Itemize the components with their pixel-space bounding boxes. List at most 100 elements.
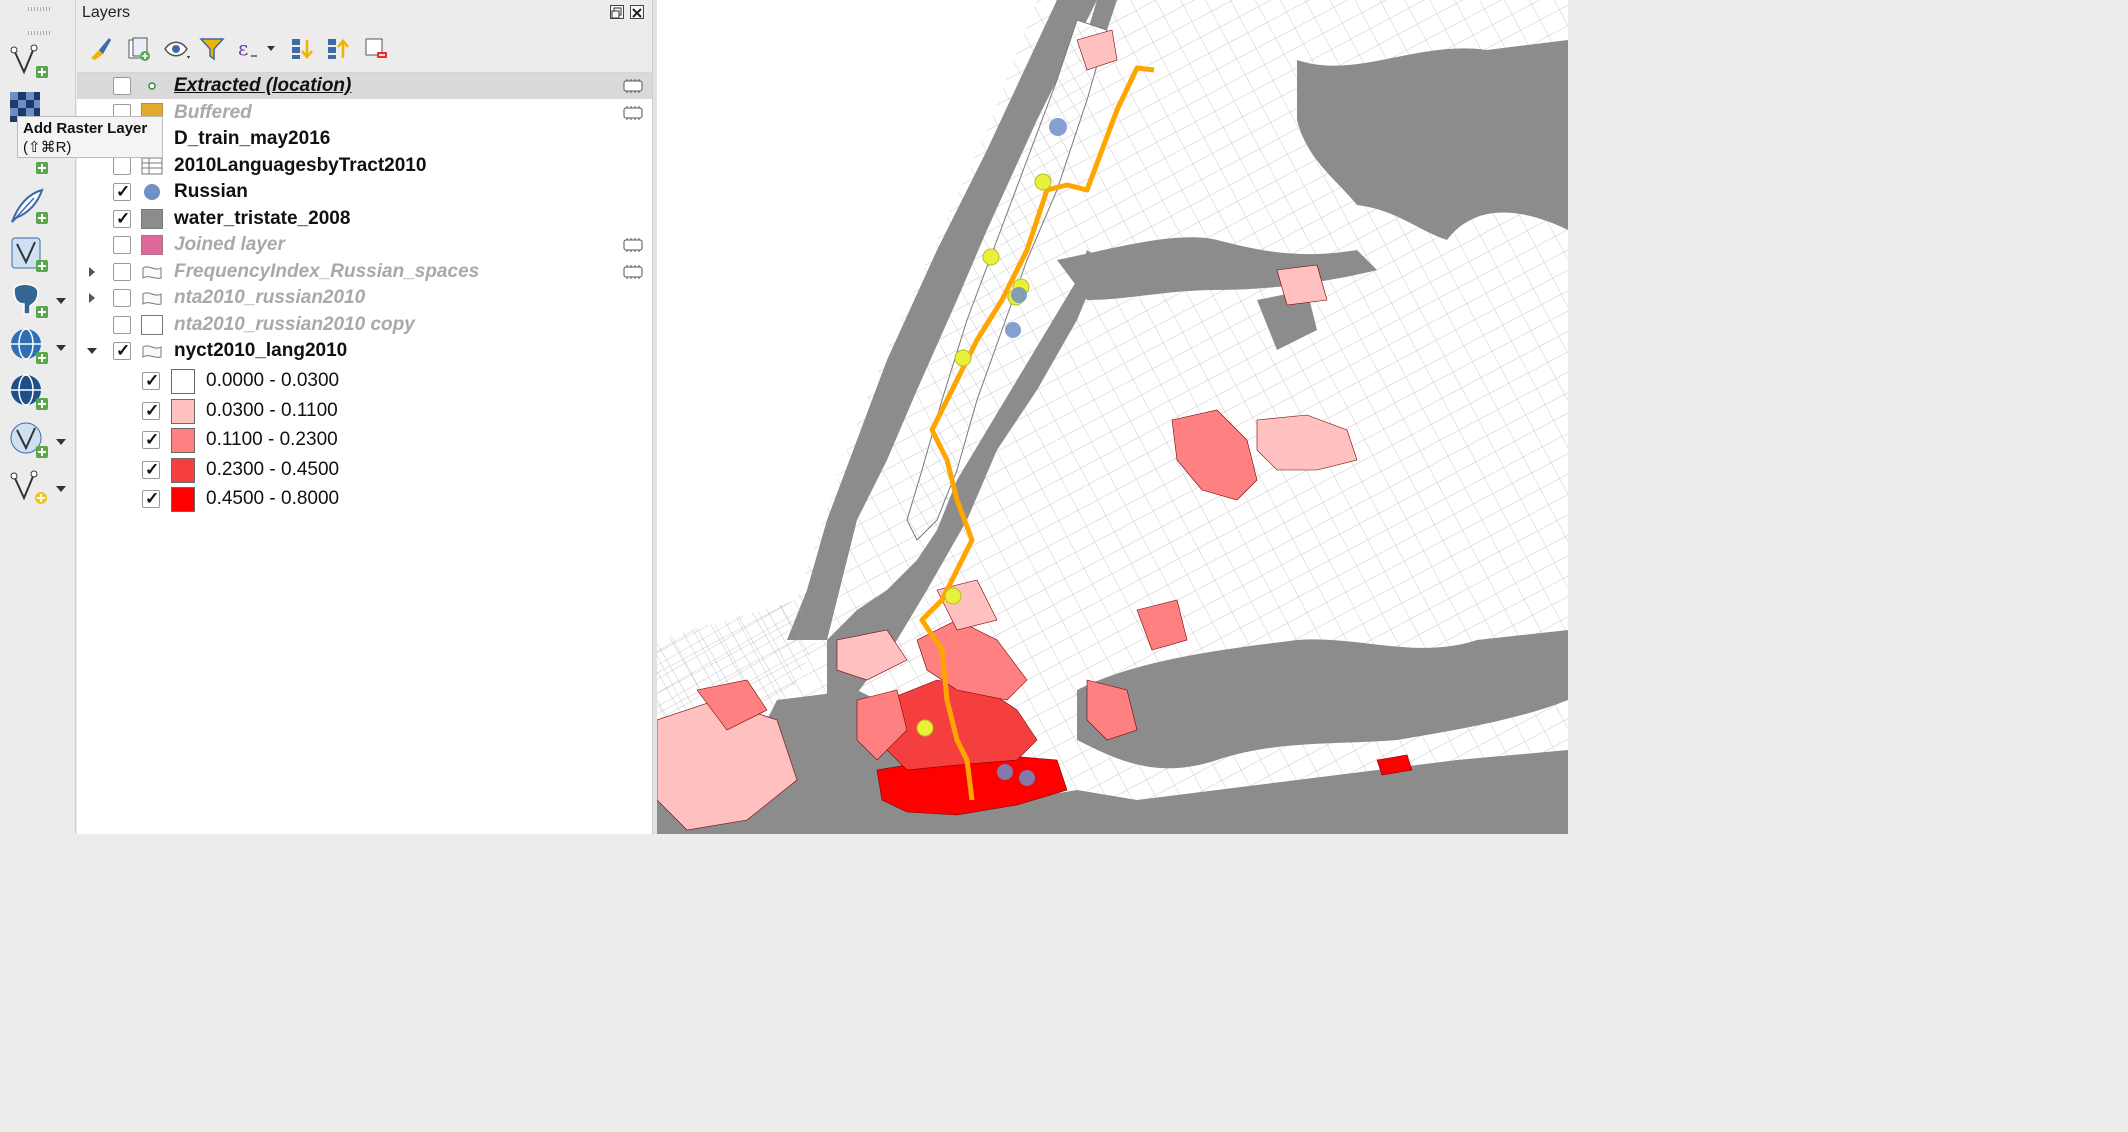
memory-layer-icon[interactable] (623, 79, 643, 93)
vector-tile-menu-arrow[interactable] (56, 439, 66, 445)
layer-symbol-icon (140, 234, 164, 256)
legend-class-checkbox[interactable] (142, 430, 160, 450)
add-wms-button[interactable] (8, 326, 52, 368)
collapse-all-icon (328, 39, 349, 59)
remove-layer-button[interactable] (363, 36, 389, 62)
layer-name: nyct2010_lang2010 (174, 340, 348, 361)
expand-arrow-icon[interactable] (89, 293, 95, 303)
legend-class-row[interactable]: 0.0300 - 0.1100 (77, 397, 652, 426)
memory-layer-icon[interactable] (623, 265, 643, 279)
legend-class-label: 0.0300 - 0.1100 (206, 399, 338, 421)
layer-row[interactable]: 2010LanguagesbyTract2010 (77, 153, 652, 179)
add-vector-tile-button[interactable] (8, 420, 52, 462)
legend-class-label: 0.4500 - 0.8000 (206, 488, 340, 509)
layer-row[interactable]: nta2010_russian2010 copy (77, 312, 652, 338)
add-postgis-button[interactable] (8, 280, 52, 322)
layer-name: nta2010_russian2010 copy (174, 314, 415, 335)
legend-class-label: 0.2300 - 0.4500 (206, 458, 340, 480)
legend-class-row[interactable]: 0.0000 - 0.0300 (77, 367, 652, 396)
memory-layer-icon[interactable] (623, 106, 643, 120)
layer-visibility-checkbox[interactable] (113, 263, 131, 281)
layer-row[interactable]: nyct2010_lang2010 (77, 338, 652, 364)
legend-class-row[interactable]: 0.1100 - 0.2300 (77, 426, 652, 455)
legend-class-row[interactable]: 0.4500 - 0.8000 (77, 485, 652, 514)
legend-class-checkbox[interactable] (142, 489, 160, 509)
add-wfs-button[interactable] (8, 372, 52, 414)
legend-class-label: 0.1100 - 0.2300 (206, 429, 338, 450)
layer-name: Russian (174, 181, 248, 202)
undock-icon (611, 7, 622, 19)
layer-visibility-checkbox[interactable] (113, 182, 131, 202)
wms-menu-arrow[interactable] (56, 345, 66, 351)
new-temporary-layer-button[interactable] (8, 466, 52, 508)
layer-name: D_train_may2016 (174, 128, 331, 149)
layer-visibility-checkbox[interactable] (113, 289, 131, 307)
legend-swatch (171, 428, 195, 453)
layer-row[interactable]: D_train_may2016 (77, 126, 652, 152)
layer-row[interactable]: Joined layer (77, 232, 652, 258)
layer-symbol-icon (141, 262, 163, 282)
layer-tree: Extracted (location) Buffered D_train_may2… (77, 73, 652, 834)
add-group-button[interactable] (125, 36, 151, 62)
manage-visibility-button[interactable] (163, 36, 190, 62)
layer-symbol-icon (141, 182, 163, 202)
layer-symbol-icon (141, 315, 163, 335)
collapse-all-button[interactable] (325, 36, 351, 62)
layer-name: Joined layer (174, 234, 285, 255)
layers-panel: Layers ε Extracted (location) Buffered D… (77, 0, 652, 834)
tooltip-shortcut: (⇧⌘R) (23, 139, 72, 156)
layer-row[interactable]: water_tristate_2008 (77, 206, 652, 232)
filter-legend-button[interactable] (199, 36, 225, 62)
layer-name: 2010LanguagesbyTract2010 (174, 155, 427, 176)
layer-symbol-icon (141, 76, 163, 96)
layer-visibility-checkbox[interactable] (113, 209, 131, 229)
filter-by-expression-button[interactable]: ε (235, 36, 275, 62)
layer-row[interactable]: Buffered (77, 100, 652, 126)
new-spatialite-button[interactable] (8, 186, 52, 228)
globe-icon (11, 374, 48, 410)
elephant-icon (13, 283, 48, 318)
tooltip: Add Raster Layer (⇧⌘R) (17, 116, 163, 158)
undock-button[interactable] (610, 5, 624, 19)
style-manager-button[interactable] (87, 36, 113, 62)
legend-class-checkbox[interactable] (142, 460, 160, 480)
map-svg (657, 0, 1568, 834)
add-virtual-layer-button[interactable] (8, 234, 52, 276)
globe-add-icon (11, 328, 48, 364)
layer-row[interactable]: Extracted (location) (77, 73, 652, 99)
toolbar-grip-2[interactable] (28, 31, 50, 35)
legend-swatch (171, 398, 195, 424)
expand-all-button[interactable] (289, 36, 315, 62)
layer-name: Extracted (location) (174, 75, 352, 96)
filter-icon (199, 38, 225, 61)
layer-visibility-checkbox[interactable] (113, 157, 131, 175)
layer-row[interactable]: nta2010_russian2010 (77, 285, 652, 311)
map-canvas[interactable] (657, 0, 1568, 834)
layer-row[interactable]: Russian (77, 179, 652, 205)
memory-layer-icon[interactable] (623, 238, 643, 252)
legend-swatch (171, 369, 195, 394)
legend-class-checkbox[interactable] (142, 371, 160, 391)
legend-class-label: 0.0000 - 0.0300 (206, 370, 340, 391)
layer-visibility-checkbox[interactable] (113, 341, 131, 361)
legend-swatch (171, 457, 195, 483)
close-panel-button[interactable] (630, 5, 644, 19)
legend-class-row[interactable]: 0.2300 - 0.4500 (77, 456, 652, 485)
layer-symbol-icon (141, 156, 163, 176)
layer-visibility-checkbox[interactable] (113, 316, 131, 334)
layer-row[interactable]: FrequencyIndex_Russian_spaces (77, 259, 652, 285)
legend-class-checkbox[interactable] (142, 401, 160, 421)
eye-icon (164, 41, 190, 59)
layer-symbol-icon (140, 208, 164, 230)
collapse-arrow-icon[interactable] (87, 348, 97, 354)
layer-visibility-checkbox[interactable] (113, 236, 131, 254)
layer-visibility-checkbox[interactable] (113, 77, 131, 95)
toolbar-grip[interactable] (28, 7, 50, 11)
virtual-layer-icon (11, 237, 48, 272)
style-brush-icon (91, 38, 111, 60)
layer-name: water_tristate_2008 (174, 208, 351, 229)
expand-arrow-icon[interactable] (89, 267, 95, 277)
postgis-menu-arrow[interactable] (56, 298, 66, 304)
add-vector-layer-button[interactable] (8, 40, 52, 82)
temporary-layer-menu-arrow[interactable] (56, 486, 66, 492)
